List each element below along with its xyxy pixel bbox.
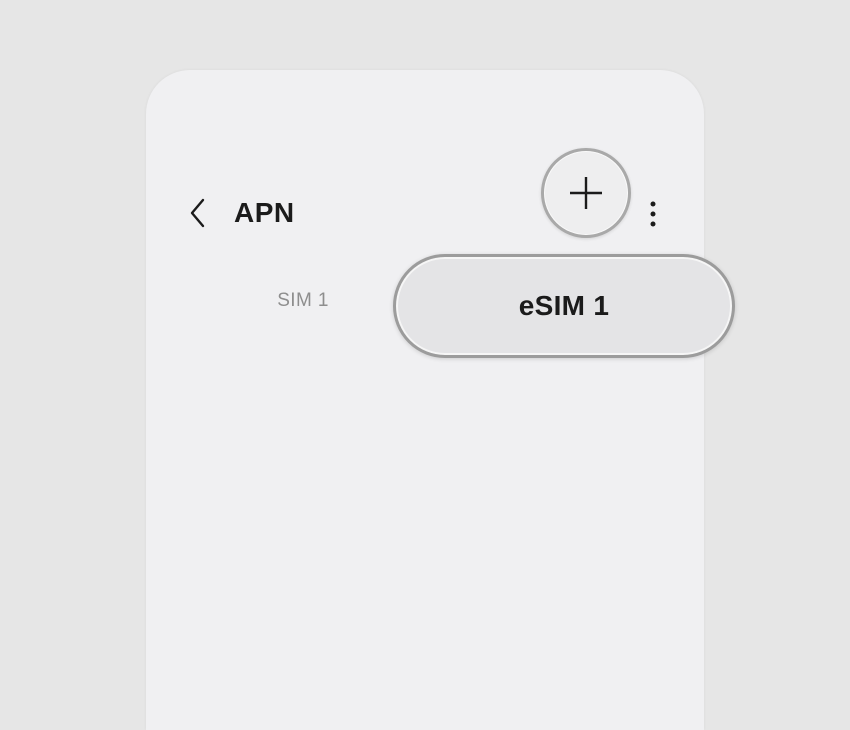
tab-esim-1-label: eSIM 1 bbox=[518, 290, 610, 321]
more-options-button[interactable] bbox=[640, 197, 666, 231]
tab-esim-1[interactable]: eSIM 1 bbox=[393, 254, 735, 358]
plus-icon bbox=[570, 177, 602, 209]
add-apn-button[interactable] bbox=[541, 148, 631, 238]
more-vertical-icon bbox=[650, 201, 656, 227]
chevron-left-icon bbox=[190, 198, 205, 228]
page-title: APN bbox=[234, 197, 295, 228]
tab-sim-1[interactable]: SIM 1 bbox=[262, 287, 344, 315]
back-button[interactable] bbox=[180, 193, 216, 233]
